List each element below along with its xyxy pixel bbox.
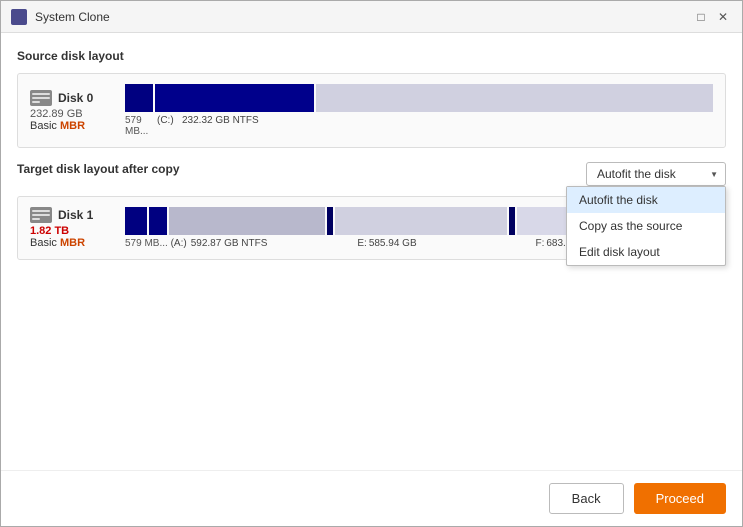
target-disk-icon	[30, 207, 52, 223]
target-lbl-3b: 585.94 GB	[369, 238, 536, 249]
source-partition-area: 579 MB... (C:) 232.32 GB NTFS	[125, 84, 713, 137]
layout-dropdown-button[interactable]: Autofit the disk	[586, 162, 726, 186]
title-bar-left: System Clone	[11, 9, 110, 25]
dropdown-option-0[interactable]: Autofit the disk	[567, 187, 725, 213]
target-header: Target disk layout after copy Autofit th…	[17, 162, 726, 186]
back-button[interactable]: Back	[549, 483, 624, 514]
maximize-button[interactable]: □	[692, 8, 710, 26]
target-lbl-4: F:	[535, 238, 544, 249]
source-disk-name: Disk 0	[58, 91, 93, 105]
source-section-label: Source disk layout	[17, 49, 726, 63]
source-disk-type: Basic MBR	[30, 120, 115, 132]
title-bar: System Clone □ ✕	[1, 1, 742, 33]
target-part-2	[149, 207, 167, 235]
disk-icon	[30, 90, 52, 106]
target-part-4	[327, 207, 333, 235]
source-disk-info: Disk 0 232.89 GB Basic MBR	[30, 90, 115, 132]
target-lbl-2b: 592.87 GB NTFS	[191, 238, 358, 249]
target-disk-info: Disk 1 1.82 TB Basic MBR	[30, 207, 115, 249]
target-part-3	[169, 207, 325, 235]
target-lbl-2: (A:)	[168, 238, 187, 249]
source-disk-size: 232.89 GB	[30, 108, 115, 120]
dropdown-selected-label: Autofit the disk	[597, 167, 676, 181]
source-lbl-2: (C:) 232.32 GB NTFS	[157, 115, 259, 137]
app-icon	[11, 9, 27, 25]
system-clone-window: System Clone □ ✕ Source disk layout	[0, 0, 743, 527]
target-disk-name: Disk 1	[58, 208, 93, 222]
window-title: System Clone	[35, 10, 110, 24]
source-part-3	[316, 84, 713, 112]
source-lbl-1: 579 MB...	[125, 115, 155, 137]
dropdown-menu: Autofit the disk Copy as the source Edit…	[566, 186, 726, 266]
source-labels: 579 MB... (C:) 232.32 GB NTFS	[125, 115, 713, 137]
target-section-label: Target disk layout after copy	[17, 162, 180, 176]
source-part-2	[155, 84, 314, 112]
title-controls: □ ✕	[692, 8, 732, 26]
target-lbl-1: 579 MB...	[125, 238, 168, 249]
target-part-5	[335, 207, 507, 235]
footer: Back Proceed	[1, 470, 742, 526]
source-disk-row: Disk 0 232.89 GB Basic MBR 579 MB	[30, 84, 713, 137]
target-part-6	[509, 207, 515, 235]
target-lbl-3: E:	[357, 238, 366, 249]
source-part-1	[125, 84, 153, 112]
source-partition-bar	[125, 84, 713, 112]
target-disk-type: Basic MBR	[30, 237, 115, 249]
dropdown-wrapper: Autofit the disk Autofit the disk Copy a…	[586, 162, 726, 186]
target-disk-size: 1.82 TB	[30, 225, 115, 237]
source-disk-card: Disk 0 232.89 GB Basic MBR 579 MB	[17, 73, 726, 148]
dropdown-option-2[interactable]: Edit disk layout	[567, 239, 725, 265]
target-part-1	[125, 207, 147, 235]
dropdown-option-1[interactable]: Copy as the source	[567, 213, 725, 239]
proceed-button[interactable]: Proceed	[634, 483, 726, 514]
main-content: Source disk layout Disk 0 232.89 GB	[1, 33, 742, 470]
close-button[interactable]: ✕	[714, 8, 732, 26]
